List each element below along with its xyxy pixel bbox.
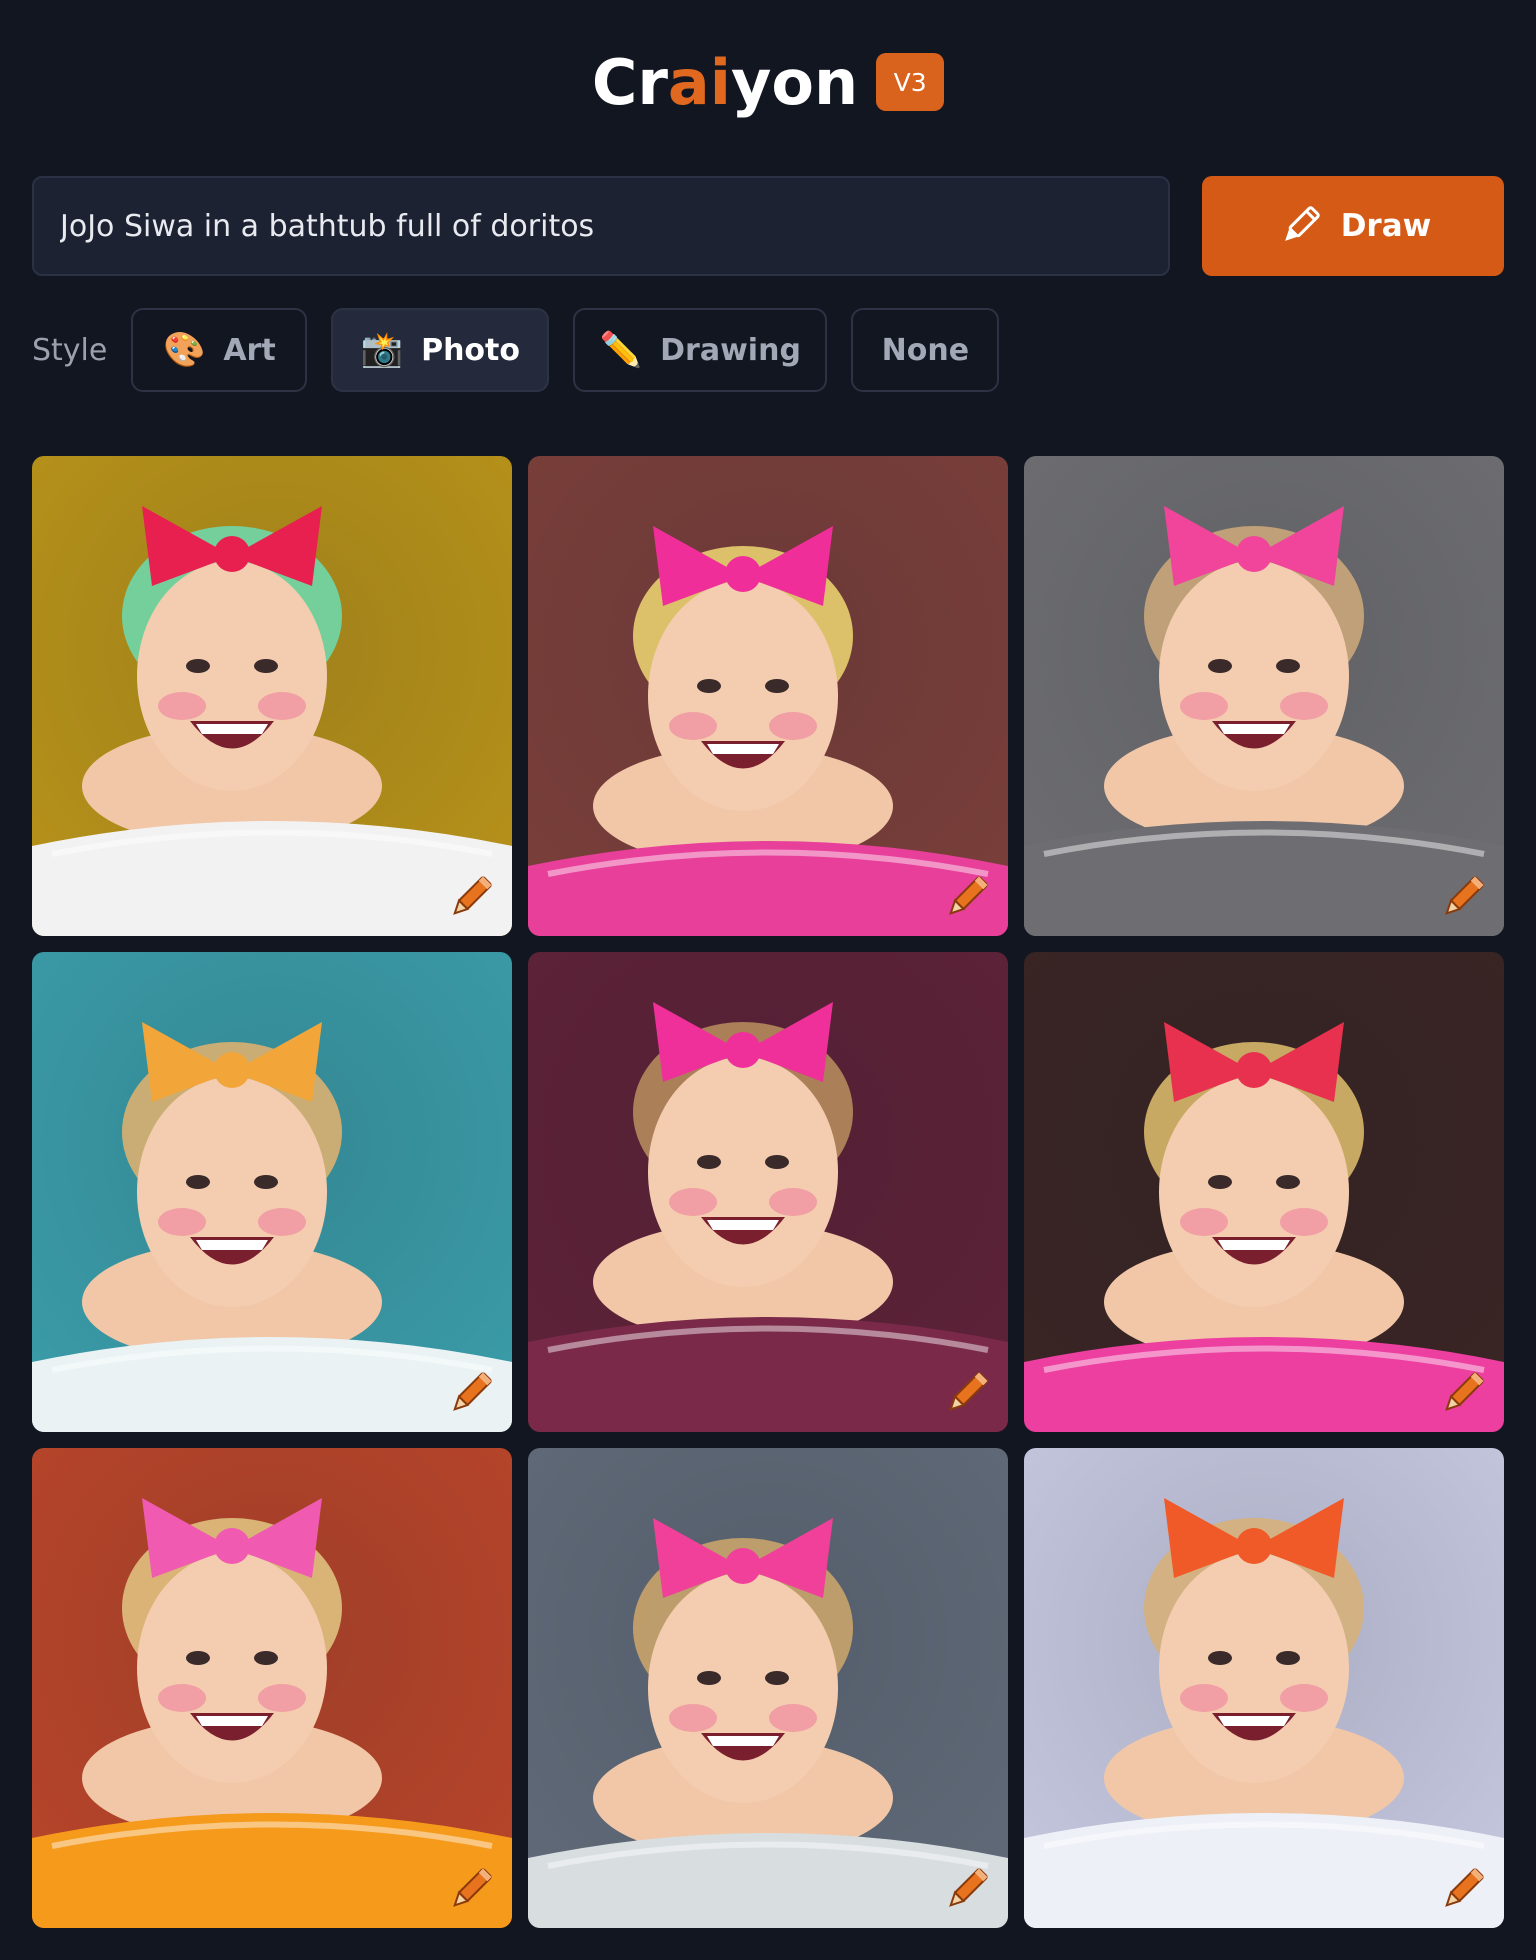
generated-image [1024, 456, 1504, 936]
prompt-row: Draw [32, 176, 1504, 276]
style-option-art[interactable]: 🎨 Art [131, 308, 308, 392]
pencil-icon [1284, 206, 1320, 241]
generated-image [528, 1448, 1008, 1928]
style-option-label: Photo [421, 332, 520, 368]
edit-pencil-icon[interactable] [942, 1368, 992, 1418]
draw-button[interactable]: Draw [1202, 176, 1504, 276]
pencil-icon: ✏️ [599, 330, 643, 370]
result-image[interactable] [1024, 1448, 1504, 1928]
style-option-drawing[interactable]: ✏️ Drawing [573, 308, 828, 392]
result-image[interactable] [528, 456, 1008, 936]
result-image[interactable] [32, 456, 512, 936]
prompt-input[interactable] [32, 176, 1170, 276]
edit-pencil-icon[interactable] [942, 1864, 992, 1914]
palette-icon: 🎨 [163, 330, 206, 370]
result-image[interactable] [528, 1448, 1008, 1928]
edit-pencil-icon[interactable] [446, 1368, 496, 1418]
results-grid [32, 456, 1504, 1928]
version-badge: V3 [876, 53, 945, 111]
result-image[interactable] [528, 952, 1008, 1432]
result-image[interactable] [32, 1448, 512, 1928]
edit-pencil-icon[interactable] [1438, 1368, 1488, 1418]
generated-image [1024, 952, 1504, 1432]
generated-image [528, 952, 1008, 1432]
result-image[interactable] [1024, 952, 1504, 1432]
edit-pencil-icon[interactable] [446, 1864, 496, 1914]
result-image[interactable] [1024, 456, 1504, 936]
style-option-label: None [881, 332, 970, 368]
app-header: Craiyon V3 [0, 40, 1536, 124]
style-option-none[interactable]: None [851, 308, 1000, 392]
generated-image [528, 456, 1008, 936]
edit-pencil-icon[interactable] [942, 872, 992, 922]
generated-image [32, 952, 512, 1432]
edit-pencil-icon[interactable] [1438, 1864, 1488, 1914]
generated-image [32, 456, 512, 936]
generated-image [1024, 1448, 1504, 1928]
camera-flash-icon: 📸 [360, 330, 404, 370]
edit-pencil-icon[interactable] [446, 872, 496, 922]
style-selector: Style 🎨 Art 📸 Photo ✏️ Drawing None [32, 308, 1023, 392]
style-option-label: Drawing [660, 332, 801, 368]
generated-image [32, 1448, 512, 1928]
craiyon-logo[interactable]: Craiyon [592, 46, 858, 119]
style-option-label: Art [223, 332, 276, 368]
draw-button-label: Draw [1340, 208, 1432, 244]
edit-pencil-icon[interactable] [1438, 872, 1488, 922]
style-label: Style [32, 332, 108, 368]
style-option-photo[interactable]: 📸 Photo [331, 308, 550, 392]
result-image[interactable] [32, 952, 512, 1432]
